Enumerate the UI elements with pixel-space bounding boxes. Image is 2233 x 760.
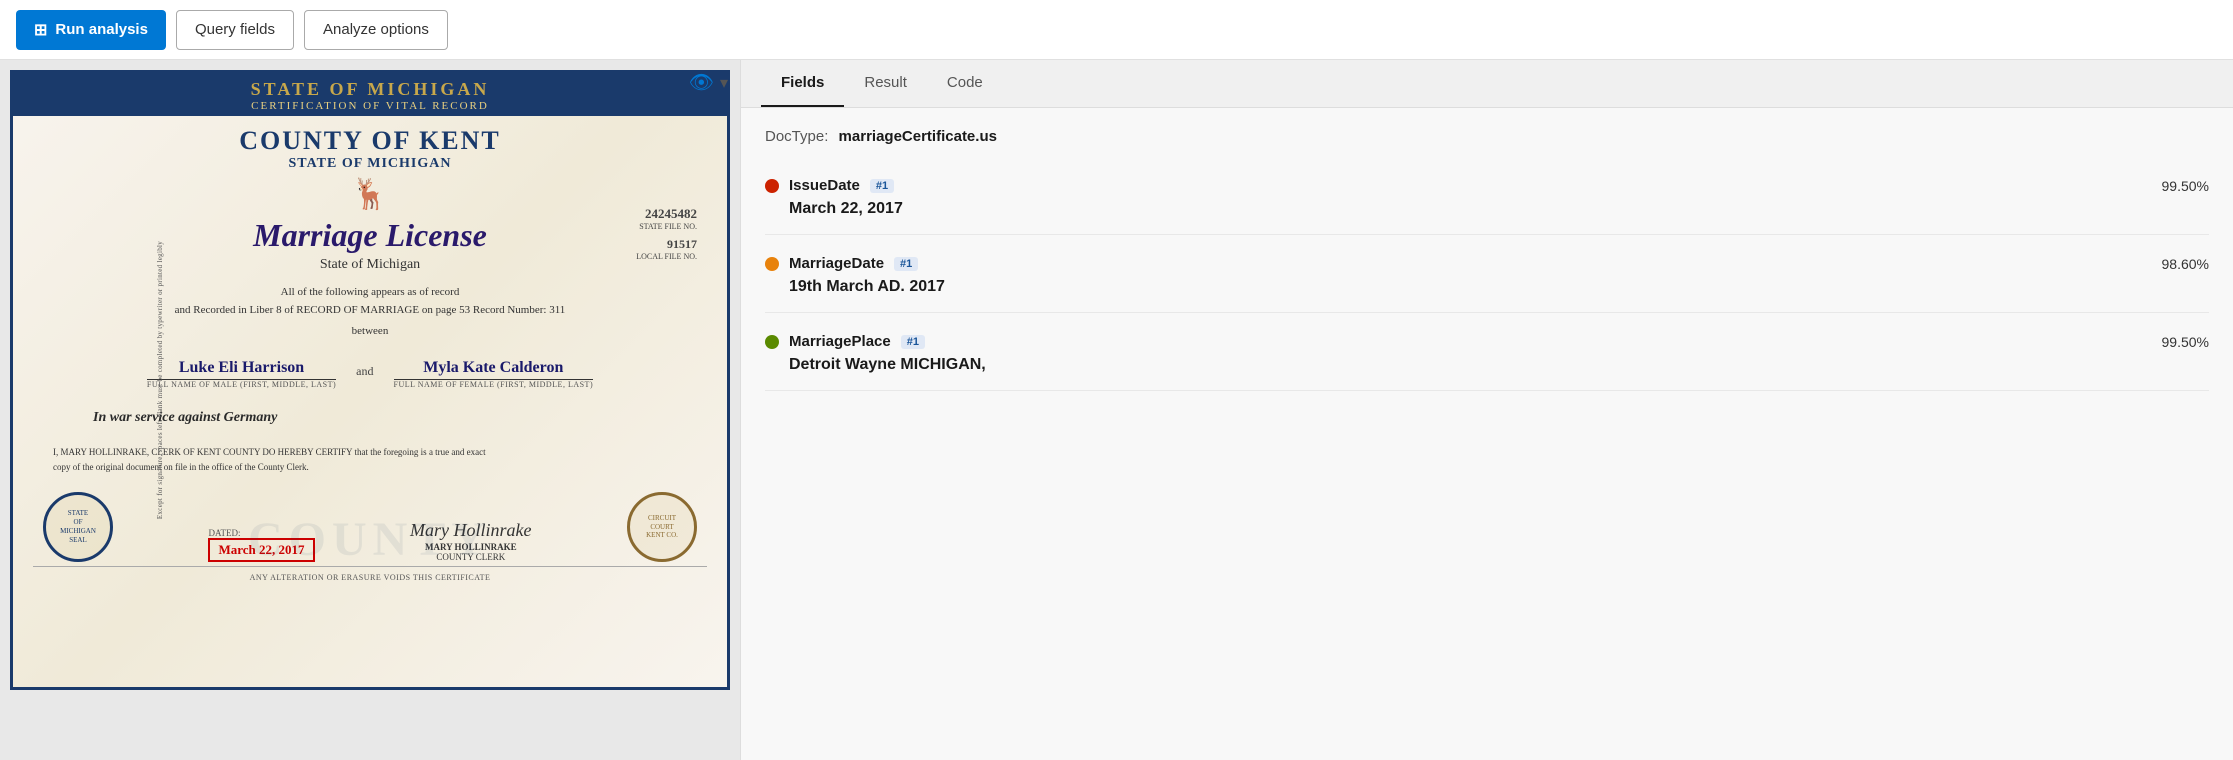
field-left-marriageplace: MarriagePlace #1 bbox=[765, 333, 925, 350]
cert-war-text: In war service against Germany bbox=[13, 399, 727, 437]
field-left-issuedate: IssueDate #1 bbox=[765, 177, 894, 194]
run-analysis-label: Run analysis bbox=[55, 21, 148, 38]
cert-bottom-notice: ANY ALTERATION OR ERASURE VOIDS THIS CER… bbox=[33, 566, 707, 586]
field-value-marriagedate: 19th March AD. 2017 bbox=[765, 278, 2209, 296]
cert-footer-row: STATEOFMICHIGANSEAL DATED: March 22, 201… bbox=[13, 482, 727, 562]
cert-dated-label: DATED: bbox=[208, 528, 314, 538]
field-confidence-marriageplace: 99.50% bbox=[2162, 334, 2209, 350]
field-dot-issuedate bbox=[765, 179, 779, 193]
field-left-marriagedate: MarriageDate #1 bbox=[765, 255, 918, 272]
cert-date-value: March 22, 2017 bbox=[208, 538, 314, 562]
field-value-issuedate: March 22, 2017 bbox=[765, 200, 2209, 218]
tab-fields[interactable]: Fields bbox=[761, 60, 844, 107]
field-badge-marriagedate: #1 bbox=[894, 257, 918, 271]
field-header-issuedate: IssueDate #1 99.50% bbox=[765, 177, 2209, 194]
panel-tabs: Fields Result Code bbox=[741, 60, 2233, 108]
field-badge-marriageplace: #1 bbox=[901, 335, 925, 349]
cert-main-title: Marriage License bbox=[13, 217, 727, 254]
cert-signature-block: Mary Hollinrake MARY HOLLINRAKE COUNTY C… bbox=[410, 520, 531, 562]
cert-between: between bbox=[53, 323, 687, 341]
cert-name-male-block: Luke Eli Harrison FULL NAME OF MALE (FIR… bbox=[147, 359, 336, 389]
toolbar: ⊞ Run analysis Query fields Analyze opti… bbox=[0, 0, 2233, 60]
cert-state: State of Michigan bbox=[13, 254, 727, 276]
main-layout: 👁 ▾ Except for signature, spaces left bl… bbox=[0, 60, 2233, 760]
field-item-marriagedate: MarriageDate #1 98.60% 19th March AD. 20… bbox=[765, 255, 2209, 313]
tab-result[interactable]: Result bbox=[844, 60, 927, 107]
cert-emblem: 🦌 bbox=[13, 172, 727, 217]
cert-vital-record: CERTIFICATION OF VITAL RECORD bbox=[13, 100, 727, 112]
cert-name-female-label: FULL NAME OF FEMALE (FIRST, MIDDLE, LAST… bbox=[394, 380, 594, 389]
cert-county: COUNTY OF KENT STATE OF MICHIGAN bbox=[13, 116, 727, 172]
cert-header: STATE OF MICHIGAN CERTIFICATION OF VITAL… bbox=[13, 73, 727, 116]
analyze-options-button[interactable]: Analyze options bbox=[304, 10, 448, 50]
cert-local-file: 91517 bbox=[636, 237, 697, 252]
field-dot-marriagedate bbox=[765, 257, 779, 271]
run-analysis-button[interactable]: ⊞ Run analysis bbox=[16, 10, 166, 50]
field-item-marriageplace: MarriagePlace #1 99.50% Detroit Wayne MI… bbox=[765, 333, 2209, 391]
cert-left-text: Except for signature, spaces left blank … bbox=[156, 241, 164, 519]
cert-and: and bbox=[356, 364, 373, 389]
doc-controls: 👁 ▾ bbox=[689, 70, 728, 95]
right-panel: Fields Result Code DocType: marriageCert… bbox=[740, 60, 2233, 760]
field-confidence-issuedate: 99.50% bbox=[2162, 178, 2209, 194]
cert-seal: STATEOFMICHIGANSEAL bbox=[43, 492, 113, 562]
field-header-marriageplace: MarriagePlace #1 99.50% bbox=[765, 333, 2209, 350]
chevron-down-icon[interactable]: ▾ bbox=[720, 73, 728, 93]
doctype-row: DocType: marriageCertificate.us bbox=[765, 128, 2209, 157]
cert-name-male-label: FULL NAME OF MALE (FIRST, MIDDLE, LAST) bbox=[147, 380, 336, 389]
field-confidence-marriagedate: 98.60% bbox=[2162, 256, 2209, 272]
cert-court-seal: CIRCUITCOURTKENT CO. bbox=[627, 492, 697, 562]
panel-content: DocType: marriageCertificate.us IssueDat… bbox=[741, 108, 2233, 760]
cert-date-block: DATED: March 22, 2017 bbox=[208, 528, 314, 562]
cert-body: All of the following appears as of recor… bbox=[13, 276, 727, 349]
field-item-issuedate: IssueDate #1 99.50% March 22, 2017 bbox=[765, 177, 2209, 235]
doctype-label: DocType: bbox=[765, 128, 828, 145]
cert-local-file-label: LOCAL FILE NO. bbox=[636, 252, 697, 261]
cert-name-male: Luke Eli Harrison bbox=[147, 359, 336, 380]
cert-name-female: Myla Kate Calderon bbox=[394, 359, 594, 380]
cert-county-state: STATE OF MICHIGAN bbox=[13, 156, 727, 172]
document-viewer: 👁 ▾ Except for signature, spaces left bl… bbox=[0, 60, 740, 760]
field-name-marriagedate: MarriageDate bbox=[789, 255, 884, 272]
cert-state-header: STATE OF MICHIGAN bbox=[13, 79, 727, 100]
cert-names-row: Luke Eli Harrison FULL NAME OF MALE (FIR… bbox=[13, 349, 727, 399]
tab-code[interactable]: Code bbox=[927, 60, 1003, 107]
field-name-marriageplace: MarriagePlace bbox=[789, 333, 891, 350]
doctype-value: marriageCertificate.us bbox=[839, 128, 997, 145]
cert-file-info: 24245482 STATE FILE NO. 91517 LOCAL FILE… bbox=[636, 206, 697, 261]
cert-file-no-label: STATE FILE NO. bbox=[636, 222, 697, 231]
cert-file-no: 24245482 bbox=[636, 206, 697, 222]
cert-signer-title: COUNTY CLERK bbox=[410, 552, 531, 562]
field-badge-issuedate: #1 bbox=[870, 179, 894, 193]
query-fields-button[interactable]: Query fields bbox=[176, 10, 294, 50]
cert-county-name: COUNTY OF KENT bbox=[13, 126, 727, 156]
field-value-marriageplace: Detroit Wayne MICHIGAN, bbox=[765, 356, 2209, 374]
field-header-marriagedate: MarriageDate #1 98.60% bbox=[765, 255, 2209, 272]
run-icon: ⊞ bbox=[34, 20, 47, 40]
cert-signer-name: MARY HOLLINRAKE bbox=[410, 542, 531, 552]
cert-name-female-block: Myla Kate Calderon FULL NAME OF FEMALE (… bbox=[394, 359, 594, 389]
eye-icon[interactable]: 👁 bbox=[689, 70, 714, 95]
cert-clerk-text: I, MARY HOLLINRAKE, CLERK OF KENT COUNTY… bbox=[13, 437, 727, 482]
cert-body-line1: All of the following appears as of recor… bbox=[53, 284, 687, 302]
cert-body-line2: and Recorded in Liber 8 of RECORD OF MAR… bbox=[53, 302, 687, 320]
cert-signature: Mary Hollinrake bbox=[410, 520, 531, 542]
certificate-image: Except for signature, spaces left blank … bbox=[10, 70, 730, 690]
field-dot-marriageplace bbox=[765, 335, 779, 349]
field-name-issuedate: IssueDate bbox=[789, 177, 860, 194]
